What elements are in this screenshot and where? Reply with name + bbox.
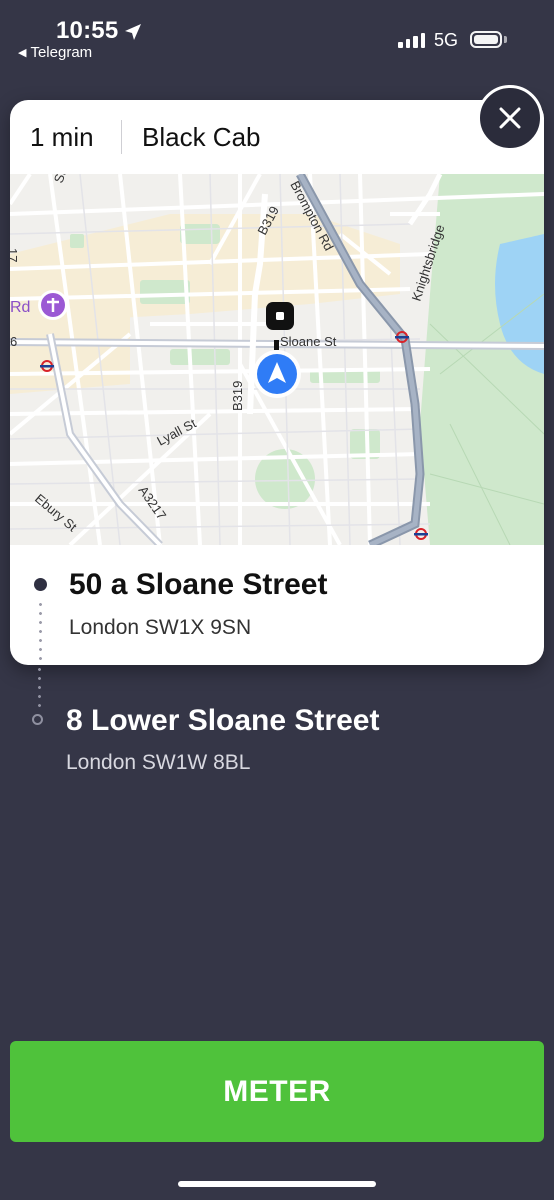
pickup-marker-icon[interactable] [266, 302, 294, 330]
close-button[interactable] [477, 85, 543, 151]
back-app-label: Telegram [30, 44, 93, 61]
close-icon [499, 107, 521, 129]
map-label-sloane-st: Sloane St [280, 334, 337, 349]
route-connector [39, 600, 42, 665]
map-label-partial-6: 6 [10, 334, 17, 349]
map-view[interactable]: Sloane St Brompton Rd Knightsbridge B319… [10, 174, 544, 545]
map-label-rd: Rd [10, 299, 30, 316]
meter-button[interactable]: METER [10, 1041, 544, 1142]
pickup-address-title: 50 a Sloane Street [69, 568, 328, 601]
network-type: 5G [434, 30, 459, 50]
vehicle-type-label: Black Cab [142, 122, 261, 152]
eta-label: 1 min [30, 122, 94, 152]
destination-address-subtitle: London SW1W 8BL [66, 751, 251, 774]
route-connector-outer [38, 665, 41, 710]
battery-tip [504, 36, 507, 43]
destination-point-icon [32, 714, 43, 725]
destination-address-title: 8 Lower Sloane Street [66, 704, 380, 737]
trip-card: 1 min Black Cab Sloane St Brompton Rd Kn… [10, 100, 544, 665]
header-divider [121, 120, 122, 154]
pickup-address-subtitle: London SW1X 9SN [69, 616, 252, 639]
navigation-arrow-icon [253, 350, 301, 398]
map-label-partial-17: 17 [10, 248, 20, 262]
location-arrow-icon [125, 24, 141, 40]
home-indicator[interactable] [178, 1181, 376, 1187]
pickup-point-icon [34, 578, 47, 591]
back-to-app-link[interactable]: ◀ Telegram [18, 44, 92, 61]
status-bar: 10:55 ◀ Telegram 5G [0, 0, 554, 70]
battery-icon [470, 31, 502, 48]
trip-header: 1 min Black Cab [10, 100, 544, 174]
map-label-b319-mid: B319 [230, 381, 245, 411]
status-time: 10:55 [56, 17, 119, 44]
hospital-icon[interactable] [38, 290, 68, 320]
signal-bars-icon [398, 32, 425, 48]
back-triangle-icon: ◀ [18, 47, 27, 59]
